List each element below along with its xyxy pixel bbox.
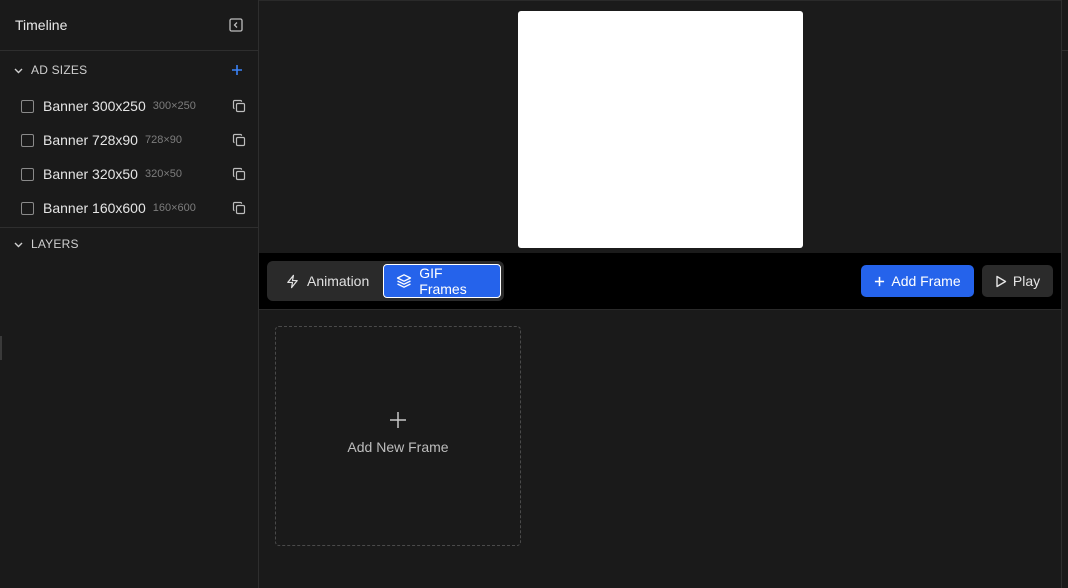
duplicate-size-button[interactable] — [232, 133, 246, 147]
play-button[interactable]: Play — [982, 265, 1053, 297]
add-frame-button[interactable]: Add Frame — [861, 265, 974, 297]
add-ad-size-button[interactable] — [230, 63, 244, 77]
timeline-toolbar: Animation GIF Frames Add Frame Play — [259, 253, 1061, 310]
ad-sizes-label: AD SIZES — [31, 63, 88, 77]
copy-icon — [232, 133, 246, 147]
ad-size-dimensions: 320×50 — [144, 168, 182, 180]
tab-animation-label: Animation — [307, 273, 370, 289]
ad-size-checkbox[interactable] — [21, 167, 34, 181]
add-new-frame-card[interactable]: Add New Frame — [275, 326, 521, 546]
right-panel-header-edge — [1061, 0, 1068, 51]
ad-size-list: Banner 300x250 300×250 Banner 728x90 728×90… — [0, 89, 258, 228]
canvas-area — [259, 0, 1061, 253]
add-frame-label: Add Frame — [891, 273, 961, 289]
ad-size-dimensions: 300×250 — [152, 100, 196, 112]
ad-size-dimensions: 728×90 — [144, 134, 182, 146]
tab-gif-frames-label: GIF Frames — [419, 265, 467, 297]
duplicate-size-button[interactable] — [232, 201, 246, 215]
plus-icon — [232, 65, 242, 75]
frames-area: Add New Frame — [259, 310, 1061, 588]
main-area: Animation GIF Frames Add Frame Play Add … — [259, 0, 1068, 588]
mode-tabs: Animation GIF Frames — [267, 261, 504, 301]
ad-size-name: Banner 300x250 — [43, 98, 146, 114]
ad-sizes-section-header[interactable]: AD SIZES — [0, 51, 258, 89]
tab-gif-frames[interactable]: GIF Frames — [383, 264, 501, 298]
timeline-sidebar: Timeline AD SIZES Banner 300x250 300×250 B… — [0, 0, 259, 588]
ad-size-checkbox[interactable] — [21, 99, 34, 113]
panel-collapse-icon — [229, 18, 243, 32]
right-panel-edge — [1061, 0, 1068, 588]
play-icon — [996, 275, 1007, 287]
sidebar-title: Timeline — [15, 17, 68, 33]
collapse-sidebar-button[interactable] — [228, 17, 244, 33]
copy-icon — [232, 167, 246, 181]
sidebar-header: Timeline — [0, 0, 258, 51]
ad-size-name: Banner 160x600 — [43, 200, 146, 216]
ad-size-item[interactable]: Banner 320x50 320×50 — [0, 157, 258, 191]
layers-section-header[interactable]: LAYERS — [0, 228, 258, 260]
ad-size-item[interactable]: Banner 300x250 300×250 — [0, 89, 258, 123]
chevron-down-icon — [13, 65, 24, 76]
ad-size-name: Banner 320x50 — [43, 166, 138, 182]
copy-icon — [232, 99, 246, 113]
chevron-down-icon — [13, 239, 24, 250]
ad-size-dimensions: 160×600 — [152, 202, 196, 214]
layers-label: LAYERS — [31, 237, 79, 251]
add-new-frame-label: Add New Frame — [347, 439, 449, 455]
resize-handle[interactable] — [0, 336, 2, 360]
tab-animation[interactable]: Animation — [270, 264, 380, 298]
plus-icon — [875, 276, 885, 286]
canvas-frame[interactable] — [518, 11, 803, 248]
ad-size-item[interactable]: Banner 728x90 728×90 — [0, 123, 258, 157]
plus-icon — [390, 412, 406, 428]
ad-size-checkbox[interactable] — [21, 201, 34, 215]
copy-icon — [232, 201, 246, 215]
ad-size-checkbox[interactable] — [21, 133, 34, 147]
lightning-icon — [284, 273, 300, 289]
layers-icon — [396, 273, 412, 289]
ad-size-item[interactable]: Banner 160x600 160×600 — [0, 191, 258, 225]
ad-size-name: Banner 728x90 — [43, 132, 138, 148]
duplicate-size-button[interactable] — [232, 99, 246, 113]
duplicate-size-button[interactable] — [232, 167, 246, 181]
app-window: Timeline AD SIZES Banner 300x250 300×250 B… — [0, 0, 1068, 588]
play-label: Play — [1012, 273, 1041, 289]
